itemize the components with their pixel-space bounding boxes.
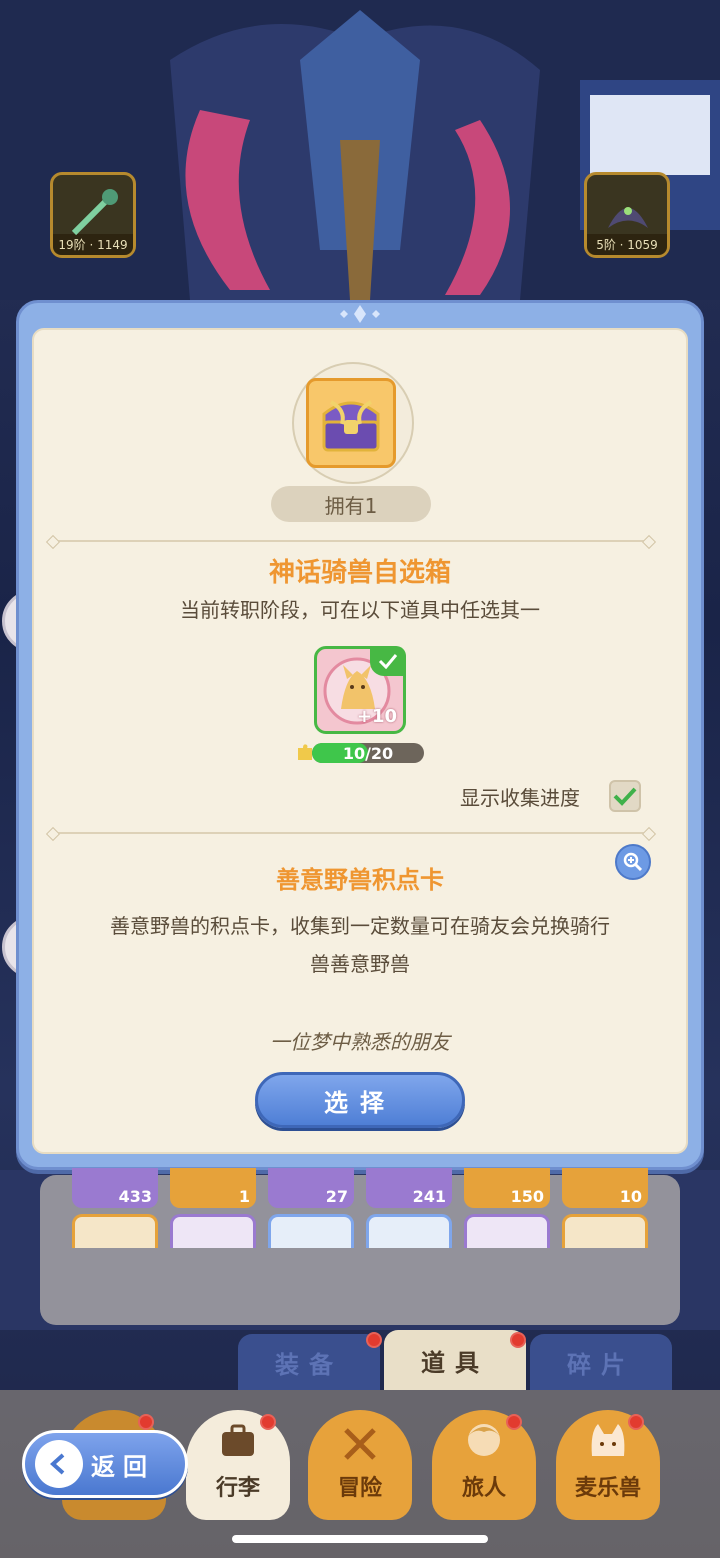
equip-slot-weapon[interactable]: 19阶 · 1149 [50,172,136,258]
nav-label: 冒险 [337,1476,382,1501]
red-dot [366,1332,382,1348]
dragon-icon [608,207,648,228]
divider [54,832,648,834]
tab-items[interactable]: 道具 [384,1330,526,1390]
nav-label: 行李 [215,1476,260,1501]
red-dot [138,1414,154,1430]
inventory-count: 27 [268,1168,354,1208]
home-indicator[interactable] [232,1535,488,1543]
red-dot [628,1414,644,1430]
select-button[interactable]: 选择 [255,1072,465,1128]
red-dot [510,1332,526,1348]
inventory-slot[interactable] [268,1214,354,1248]
detail-title: 善意野兽积点卡 [276,866,444,894]
item-title: 神话骑兽自选箱 [268,558,451,588]
inventory-count: 10 [562,1168,648,1208]
back-arrow-icon [35,1440,83,1488]
inventory-slot[interactable] [72,1214,158,1248]
inventory-count: 241 [366,1168,452,1208]
tab-fragments[interactable]: 碎片 [530,1334,672,1390]
inventory-slot[interactable] [464,1214,550,1248]
flavor-text: 一位梦中熟悉的朋友 [270,1030,450,1054]
selected-check-icon [370,646,406,676]
chest-icon [306,378,396,468]
show-progress-label: 显示收集进度 [460,786,580,810]
nav-label: 麦乐兽 [574,1476,641,1501]
character-avatar-icon [468,1424,500,1456]
inventory-slot[interactable] [562,1214,648,1248]
detail-description-line1: 善意野兽的积点卡，收集到一定数量可在骑友会兑换骑行 [110,914,610,938]
detail-description-line2: 兽善意野兽 [310,952,410,976]
red-dot [260,1414,276,1430]
red-dot [506,1414,522,1430]
nav-item-pets[interactable]: 麦乐兽 [556,1410,660,1520]
luggage-icon [222,1424,254,1456]
crossed-swords-icon [344,1428,376,1460]
divider [54,540,648,542]
equip-slot-mount[interactable]: 5阶 · 1059 [584,172,670,258]
nav-label: 旅人 [461,1476,506,1501]
cat-pet-icon [591,1424,625,1456]
inventory-count: 1 [170,1168,256,1208]
tab-equipment[interactable]: 装备 [238,1334,380,1390]
ornament-icon [340,305,380,323]
selectable-item-card[interactable]: +10 [314,646,406,734]
back-label: 返回 [91,1452,155,1481]
owned-count: 拥有1 [271,486,431,522]
item-plus-level: +10 [356,706,397,727]
inventory-count: 150 [464,1168,550,1208]
inventory-slot[interactable] [366,1214,452,1248]
collection-progress-bar: 10/20 [312,743,424,763]
item-subtitle: 当前转职阶段，可在以下道具中任选其一 [180,598,540,622]
show-progress-checkbox[interactable] [609,780,641,812]
check-icon [613,787,637,806]
nav-item-adventure[interactable]: 冒险 [308,1410,412,1520]
staff-icon [71,189,118,236]
inventory-slot[interactable] [170,1214,256,1248]
back-button[interactable]: 返回 [22,1430,188,1498]
inventory-count: 433 [72,1168,158,1208]
progress-text: 10/20 [342,743,394,763]
